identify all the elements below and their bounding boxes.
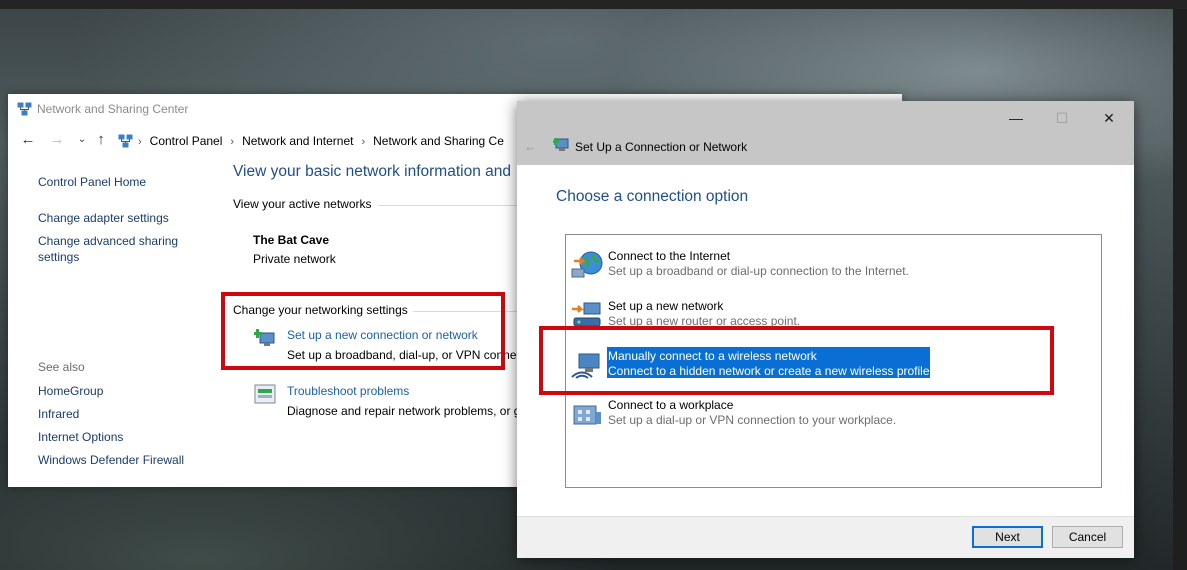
address-bar[interactable]: › Control Panel › Network and Internet › Netw… <box>116 130 536 152</box>
window-title: Network and Sharing Center <box>37 102 189 116</box>
control-panel-home-link[interactable]: Control Panel Home <box>38 174 146 190</box>
dialog-footer: Next Cancel <box>517 516 1134 558</box>
dialog-heading: Choose a connection option <box>556 188 749 205</box>
breadcrumb-chevron-icon: › <box>361 136 366 148</box>
maximize-icon[interactable]: ☐ <box>1047 109 1077 127</box>
control-panel-icon <box>118 134 133 148</box>
globe-icon <box>571 251 603 278</box>
breadcrumb-control-panel[interactable]: Control Panel <box>150 134 223 148</box>
back-arrow-icon[interactable]: ← <box>20 132 36 148</box>
top-edge <box>0 0 1187 9</box>
option-title: Connect to a workplace <box>608 398 734 412</box>
right-edge <box>1173 9 1187 570</box>
next-button[interactable]: Next <box>972 526 1043 548</box>
up-arrow-icon[interactable]: ↑ <box>93 132 109 148</box>
back-arrow-icon[interactable]: ← <box>524 139 537 154</box>
internet-options-link[interactable]: Internet Options <box>38 429 123 445</box>
breadcrumb-network-sharing[interactable]: Network and Sharing Ce <box>373 134 504 148</box>
breadcrumb: › Control Panel › Network and Internet › Netw… <box>138 134 504 148</box>
option-title: Connect to the Internet <box>608 249 731 263</box>
breadcrumb-chevron-icon: › <box>230 136 235 148</box>
network-name: The Bat Cave <box>253 233 330 247</box>
option-connect-workplace[interactable]: Connect to a workplace Set up a dial-up … <box>566 392 1101 436</box>
breadcrumb-network-internet[interactable]: Network and Internet <box>242 134 353 148</box>
change-adapter-settings-link[interactable]: Change adapter settings <box>38 210 169 226</box>
network-setup-icon <box>553 138 569 151</box>
dialog-titlebar[interactable]: — ☐ ✕ ← Set Up a Connection or Network <box>517 101 1134 165</box>
recent-locations-chevron-icon[interactable]: ⌄ <box>74 132 90 148</box>
workplace-icon <box>573 405 601 425</box>
cancel-button[interactable]: Cancel <box>1052 526 1123 548</box>
breadcrumb-chevron-icon: › <box>138 136 142 148</box>
option-description: Set up a dial-up or VPN connection to yo… <box>608 413 897 427</box>
troubleshoot-problems-desc: Diagnose and repair network problems, or… <box>287 404 521 418</box>
annotation-highlight-box <box>539 326 1054 395</box>
homegroup-link[interactable]: HomeGroup <box>38 383 103 399</box>
section-divider <box>378 205 518 206</box>
change-advanced-sharing-link-line1[interactable]: Change advanced sharing <box>38 233 178 249</box>
annotation-highlight-box <box>221 292 505 370</box>
network-type: Private network <box>253 252 336 266</box>
change-advanced-sharing-link-line2[interactable]: settings <box>38 249 79 265</box>
active-networks-label: View your active networks <box>233 197 372 211</box>
minimize-icon[interactable]: — <box>1001 109 1031 127</box>
windows-defender-firewall-link[interactable]: Windows Defender Firewall <box>38 452 184 468</box>
see-also-label: See also <box>38 360 85 374</box>
dialog-title: Set Up a Connection or Network <box>575 140 748 154</box>
option-title: Set up a new network <box>608 299 724 313</box>
network-icon <box>17 102 32 116</box>
option-connect-internet[interactable]: Connect to the Internet Set up a broadba… <box>566 243 1101 287</box>
infrared-link[interactable]: Infrared <box>38 406 79 422</box>
close-icon[interactable]: ✕ <box>1094 109 1124 127</box>
troubleshoot-icon <box>254 384 276 404</box>
option-description: Set up a broadband or dial-up connection… <box>608 264 909 278</box>
troubleshoot-problems-link[interactable]: Troubleshoot problems <box>287 384 409 398</box>
page-title: View your basic network information and <box>233 163 511 180</box>
forward-arrow-icon[interactable]: → <box>49 132 65 148</box>
